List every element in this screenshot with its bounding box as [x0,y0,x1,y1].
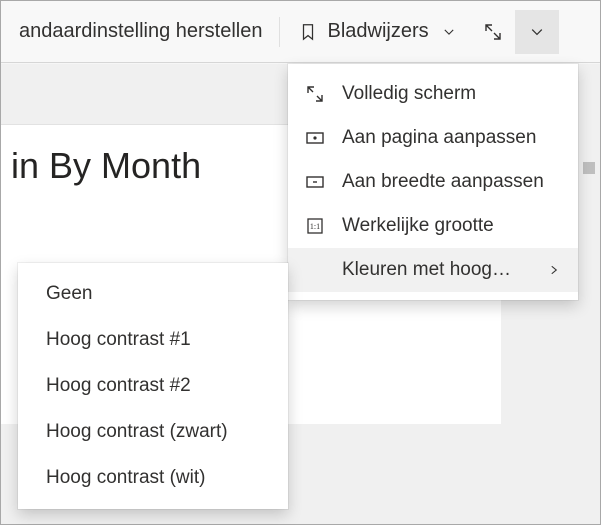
submenu-item-hc-white[interactable]: Hoog contrast (wit) [18,455,288,501]
fullscreen-button[interactable] [471,10,515,54]
chevron-right-icon [546,262,562,278]
menu-item-label: Kleuren met hoog… [342,259,530,281]
toolbar: andaardinstelling herstellen Bladwijzers [1,1,600,63]
fit-page-icon [304,127,326,149]
actual-size-icon: 1:1 [304,215,326,237]
chevron-down-icon [439,22,459,42]
submenu-item-hc-black[interactable]: Hoog contrast (zwart) [18,409,288,455]
restore-default-button[interactable]: andaardinstelling herstellen [9,14,273,49]
bookmark-icon [298,22,318,42]
menu-item-fullscreen[interactable]: Volledig scherm [288,72,578,116]
menu-item-label: Werkelijke grootte [342,215,562,237]
high-contrast-submenu: Geen Hoog contrast #1 Hoog contrast #2 H… [18,263,288,509]
toolbar-divider [279,17,280,47]
bookmarks-label: Bladwijzers [328,20,429,43]
chevron-down-icon [529,24,545,40]
svg-text:1:1: 1:1 [310,222,320,231]
blank-icon [304,259,326,281]
fit-width-icon [304,171,326,193]
vertical-scrollbar[interactable] [580,64,598,504]
expand-icon [304,83,326,105]
menu-item-fit-width[interactable]: Aan breedte aanpassen [288,160,578,204]
submenu-item-hc2[interactable]: Hoog contrast #2 [18,363,288,409]
menu-item-label: Aan breedte aanpassen [342,171,562,193]
scrollbar-thumb[interactable] [583,162,595,174]
menu-item-label: Aan pagina aanpassen [342,127,562,149]
bookmarks-button[interactable]: Bladwijzers [286,14,471,49]
menu-item-label: Volledig scherm [342,83,562,105]
submenu-item-none[interactable]: Geen [18,271,288,317]
app-window: andaardinstelling herstellen Bladwijzers [0,0,601,525]
submenu-item-hc1[interactable]: Hoog contrast #1 [18,317,288,363]
menu-item-high-contrast-colors[interactable]: Kleuren met hoog… [288,248,578,292]
menu-item-fit-page[interactable]: Aan pagina aanpassen [288,116,578,160]
more-menu-button[interactable] [515,10,559,54]
menu-item-actual-size[interactable]: 1:1 Werkelijke grootte [288,204,578,248]
view-menu: Volledig scherm Aan pagina aanpassen Aan… [288,64,578,300]
expand-icon [483,22,503,42]
